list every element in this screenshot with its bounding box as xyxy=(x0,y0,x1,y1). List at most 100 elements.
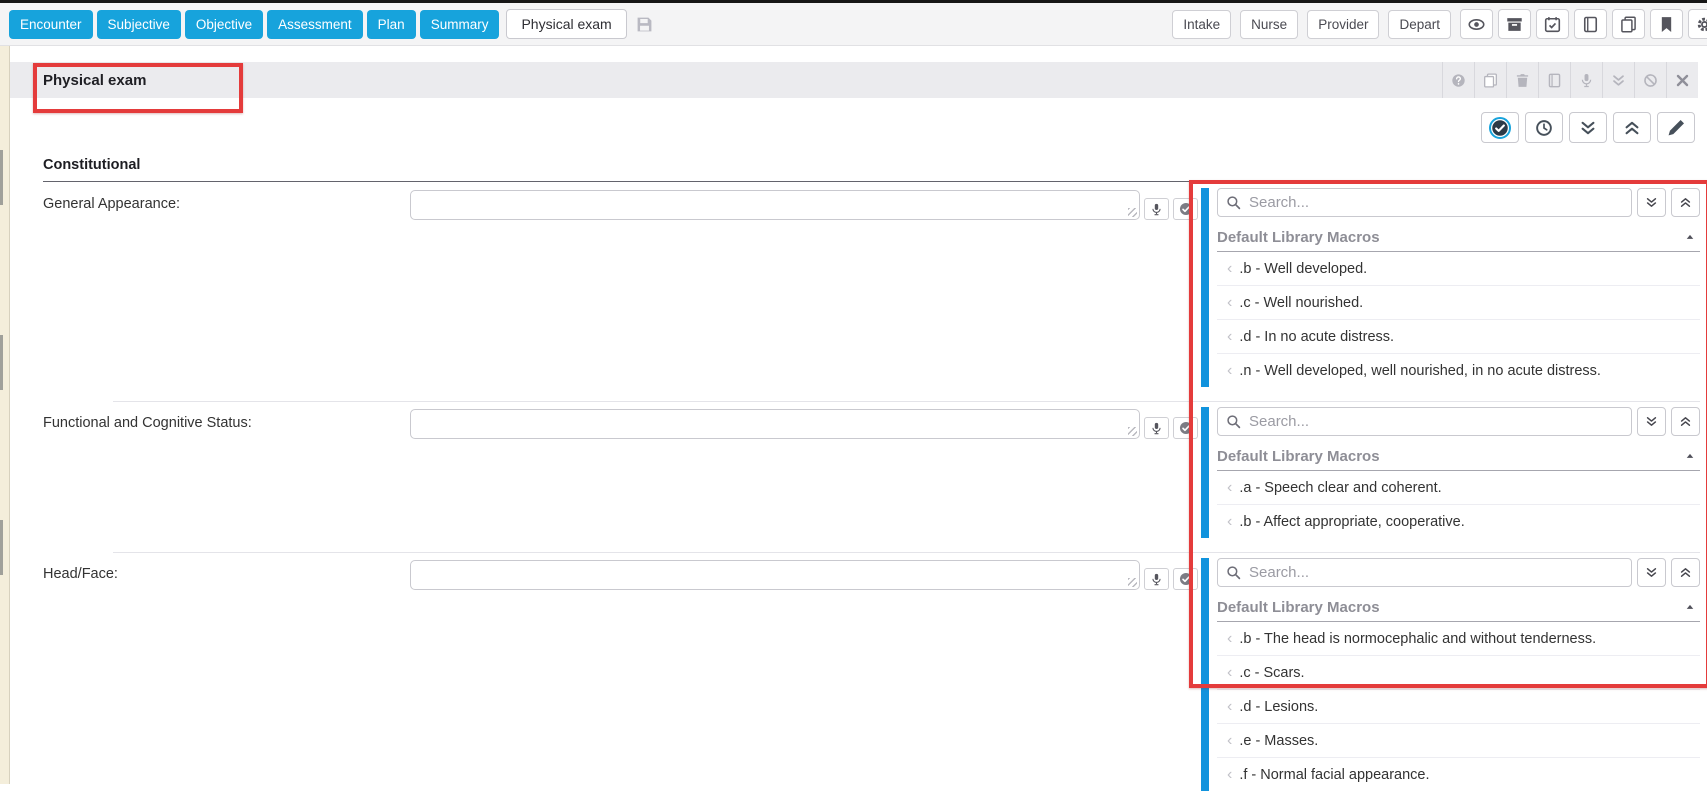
archive-button[interactable] xyxy=(1498,9,1531,39)
stage-button-provider[interactable]: Provider xyxy=(1307,10,1379,39)
trash-button[interactable] xyxy=(1506,62,1538,98)
macro-item[interactable]: ‹.f - Normal facial appearance. xyxy=(1217,758,1700,791)
collapse-all-button[interactable] xyxy=(1671,407,1700,436)
macro-item[interactable]: ‹.b - Well developed. xyxy=(1217,252,1700,286)
block-icon xyxy=(1643,73,1658,88)
chevrons-down-button[interactable] xyxy=(1602,62,1634,98)
expand-all-button[interactable] xyxy=(1637,558,1666,587)
chevron-left-icon: ‹ xyxy=(1227,665,1232,681)
dictation-button[interactable] xyxy=(1144,568,1169,590)
resize-grip-icon[interactable] xyxy=(1128,578,1137,587)
chevron-left-icon: ‹ xyxy=(1227,261,1232,277)
section-heading: Constitutional xyxy=(43,157,1698,182)
macro-item[interactable]: ‹ .b - The head is normocephalic and with… xyxy=(1217,622,1700,656)
macro-item[interactable]: ‹.c - Well nourished. xyxy=(1217,286,1700,320)
chevron-left-icon: ‹ xyxy=(1227,631,1232,647)
macro-item[interactable]: ‹.a - Speech clear and coherent. xyxy=(1217,471,1700,505)
stage-button-intake[interactable]: Intake xyxy=(1172,10,1231,39)
macro-search-input[interactable] xyxy=(1217,188,1632,217)
help-button[interactable] xyxy=(1442,62,1474,98)
nav-button-plan[interactable]: Plan xyxy=(367,10,416,39)
chevron-left-icon: ‹ xyxy=(1227,767,1232,783)
macro-search-row xyxy=(1217,407,1700,436)
nav-button-encounter[interactable]: Encounter xyxy=(9,10,93,39)
check-circle-button[interactable] xyxy=(1481,112,1519,143)
macro-group-title: Default Library Macros xyxy=(1217,599,1380,616)
field-textarea[interactable] xyxy=(410,409,1140,439)
macro-panel: Default Library Macros ‹.b - Well develo… xyxy=(1201,188,1700,387)
collapse-all-button[interactable] xyxy=(1671,188,1700,217)
insert-normal-button[interactable] xyxy=(1173,568,1198,590)
eye-button[interactable] xyxy=(1460,9,1493,39)
pencil-icon xyxy=(1667,119,1685,137)
panel-header: Physical exam xyxy=(10,62,1698,98)
panel-title: Physical exam xyxy=(43,72,146,89)
macro-group-header[interactable]: Default Library Macros xyxy=(1217,223,1700,252)
chevrons-up-button[interactable] xyxy=(1613,112,1651,143)
expand-all-button[interactable] xyxy=(1637,188,1666,217)
macro-accent-bar xyxy=(1201,407,1209,538)
book-button[interactable] xyxy=(1574,9,1607,39)
trash-icon xyxy=(1515,73,1530,88)
check-circle-icon xyxy=(1179,202,1193,216)
chevrons-up-icon xyxy=(1679,415,1692,428)
chevron-left-icon: ‹ xyxy=(1227,295,1232,311)
save-form-button[interactable] xyxy=(634,14,655,35)
macro-item[interactable]: ‹.c - Scars. xyxy=(1217,656,1700,690)
macro-item[interactable]: ‹.n - Well developed, well nourished, in… xyxy=(1217,354,1700,387)
macro-item-label: .e - Masses. xyxy=(1239,733,1318,749)
bookmark-icon xyxy=(1658,16,1675,33)
close-button[interactable] xyxy=(1666,62,1698,98)
book-icon xyxy=(1582,16,1599,33)
field-input-group xyxy=(410,409,1198,439)
macro-list: ‹.a - Speech clear and coherent.‹.b - Af… xyxy=(1217,471,1700,538)
copy-button[interactable] xyxy=(1612,9,1645,39)
chart-nav-buttons: EncounterSubjectiveObjectiveAssessmentPl… xyxy=(9,10,503,39)
form-tab-physical-exam[interactable]: Physical exam xyxy=(506,9,626,39)
collapse-all-button[interactable] xyxy=(1671,558,1700,587)
stage-button-depart[interactable]: Depart xyxy=(1388,10,1451,39)
chevron-left-icon: ‹ xyxy=(1227,480,1232,496)
nav-button-assessment[interactable]: Assessment xyxy=(267,10,363,39)
field-input-group xyxy=(410,190,1198,220)
chevrons-down-icon xyxy=(1645,196,1658,209)
nav-button-summary[interactable]: Summary xyxy=(420,10,500,39)
clock-button[interactable] xyxy=(1525,112,1563,143)
expand-all-button[interactable] xyxy=(1637,407,1666,436)
chevron-left-icon: ‹ xyxy=(1227,733,1232,749)
pencil-button[interactable] xyxy=(1657,112,1695,143)
macro-item[interactable]: ‹.d - Lesions. xyxy=(1217,690,1700,724)
dictation-button[interactable] xyxy=(1144,417,1169,439)
nav-button-objective[interactable]: Objective xyxy=(185,10,263,39)
resize-grip-icon[interactable] xyxy=(1128,427,1137,436)
dictation-button[interactable] xyxy=(1144,198,1169,220)
copy-button[interactable] xyxy=(1474,62,1506,98)
macro-item[interactable]: ‹.b - Affect appropriate, cooperative. xyxy=(1217,505,1700,538)
macro-group-header[interactable]: Default Library Macros xyxy=(1217,442,1700,471)
macro-search-input[interactable] xyxy=(1217,558,1632,587)
help-icon xyxy=(1451,73,1466,88)
macro-search-input[interactable] xyxy=(1217,407,1632,436)
calendar-check-button[interactable] xyxy=(1536,9,1569,39)
stage-button-nurse[interactable]: Nurse xyxy=(1240,10,1298,39)
insert-normal-button[interactable] xyxy=(1173,198,1198,220)
macro-item[interactable]: ‹.d - In no acute distress. xyxy=(1217,320,1700,354)
bookmark-button[interactable] xyxy=(1650,9,1683,39)
field-textarea[interactable] xyxy=(410,560,1140,590)
block-button[interactable] xyxy=(1634,62,1666,98)
macro-group-header[interactable]: Default Library Macros xyxy=(1217,593,1700,622)
book-button[interactable] xyxy=(1538,62,1570,98)
macro-item[interactable]: ‹ .e - Masses. xyxy=(1217,724,1700,758)
check-circle-icon xyxy=(1491,119,1509,137)
gear-button[interactable] xyxy=(1688,9,1707,39)
microphone-button[interactable] xyxy=(1570,62,1602,98)
insert-normal-button[interactable] xyxy=(1173,417,1198,439)
field-textarea[interactable] xyxy=(410,190,1140,220)
chevrons-down-button[interactable] xyxy=(1569,112,1607,143)
nav-button-subjective[interactable]: Subjective xyxy=(97,10,181,39)
microphone-icon xyxy=(1150,422,1163,435)
resize-grip-icon[interactable] xyxy=(1128,208,1137,217)
macro-panel: Default Library Macros ‹.a - Speech clea… xyxy=(1201,407,1700,538)
macro-item-label: .b - The head is normocephalic and witho… xyxy=(1239,631,1596,647)
caret-up-icon xyxy=(1685,602,1695,612)
